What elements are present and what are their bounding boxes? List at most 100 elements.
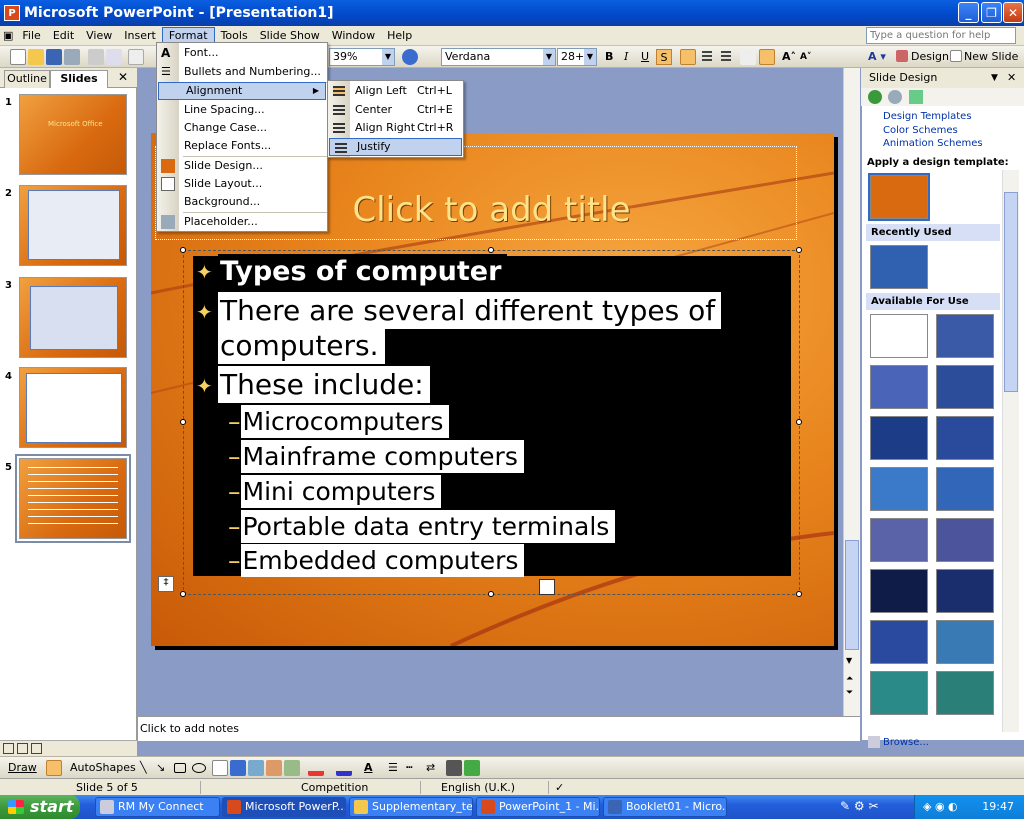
restore-button[interactable]: ❐	[981, 2, 1002, 23]
sub-bullet-item[interactable]: –Embedded computers	[228, 544, 525, 577]
clipart-icon[interactable]	[266, 760, 282, 776]
menu-help[interactable]: Help	[381, 27, 418, 45]
decrease-font-icon[interactable]: A˅	[800, 49, 811, 65]
slide-show-icon[interactable]	[31, 743, 42, 754]
save-icon[interactable]	[46, 49, 62, 65]
font-combo[interactable]: Verdana ▼	[441, 48, 556, 66]
shadow-button[interactable]: S	[656, 49, 672, 65]
underline-button[interactable]: U	[641, 49, 649, 65]
center-icon[interactable]	[699, 49, 715, 65]
textbox-icon[interactable]	[212, 760, 228, 776]
dash-style-icon[interactable]: ┅	[406, 760, 413, 776]
autofit-options-icon[interactable]	[539, 579, 555, 595]
permission-icon[interactable]	[64, 49, 80, 65]
print-icon[interactable]	[88, 49, 104, 65]
color-schemes-link[interactable]: Color Schemes	[883, 125, 958, 136]
scroll-thumb[interactable]	[1004, 192, 1018, 392]
animation-schemes-link[interactable]: Animation Schemes	[883, 138, 983, 149]
slide-thumbnail-1[interactable]: Microsoft Office	[19, 94, 127, 175]
autoshapes-button[interactable]: AutoShapes	[70, 760, 136, 776]
resize-handle[interactable]	[796, 247, 802, 253]
normal-view-icon[interactable]	[3, 743, 14, 754]
bullet-item[interactable]: ✦ There are several different types of	[196, 292, 722, 329]
taskbar-item[interactable]: Microsoft PowerP...	[222, 797, 346, 817]
rectangle-icon[interactable]	[174, 763, 186, 773]
template-thumbnail[interactable]	[936, 518, 994, 562]
menu-item-bullets[interactable]: ☰ Bullets and Numbering...	[157, 63, 327, 81]
font-color-icon[interactable]: A ▾	[868, 49, 886, 65]
shadow-style-icon[interactable]	[446, 760, 462, 776]
tab-outline[interactable]: Outline	[4, 70, 50, 88]
menu-item-change-case[interactable]: Change Case...	[157, 119, 327, 137]
design-button[interactable]: Design	[911, 49, 949, 65]
close-window-button[interactable]: ✕	[1003, 2, 1023, 23]
close-pane-icon[interactable]: ✕	[118, 70, 128, 84]
template-thumbnail[interactable]	[936, 671, 994, 715]
print-preview-icon[interactable]	[106, 49, 122, 65]
close-pane-icon[interactable]: ✕	[1007, 68, 1016, 88]
zoom-combo[interactable]: 39% ▼	[329, 48, 395, 66]
browse-link[interactable]: Browse...	[883, 737, 929, 748]
menu-item-line-spacing[interactable]: Line Spacing...	[157, 101, 327, 119]
picture-icon[interactable]	[284, 760, 300, 776]
menu-item-background[interactable]: Background...	[157, 193, 327, 211]
oval-icon[interactable]	[192, 763, 206, 773]
numbering-icon[interactable]	[740, 49, 756, 65]
menu-item-align-left[interactable]: Align Left Ctrl+L	[328, 82, 463, 100]
template-thumbnail[interactable]	[870, 620, 928, 664]
next-slide-icon[interactable]: ⏷	[846, 688, 853, 698]
menu-view[interactable]: View	[80, 27, 118, 45]
menu-item-placeholder[interactable]: Placeholder...	[157, 213, 327, 231]
slide-vertical-scrollbar[interactable]: ▼ ⏶ ⏷	[843, 68, 860, 716]
template-thumbnail[interactable]	[936, 416, 994, 460]
scroll-thumb[interactable]	[845, 540, 859, 650]
task-pane-scrollbar[interactable]	[1002, 170, 1019, 732]
template-thumbnail[interactable]	[870, 245, 928, 289]
select-objects-icon[interactable]	[46, 760, 62, 776]
taskbar-item[interactable]: RM My Connect	[95, 797, 220, 817]
sub-bullet-item[interactable]: –Microcomputers	[228, 405, 450, 438]
design-templates-link[interactable]: Design Templates	[883, 111, 972, 122]
bullet-item[interactable]: ✦ These include:	[196, 366, 430, 403]
wordart-icon[interactable]	[230, 760, 246, 776]
bold-button[interactable]: B	[605, 49, 613, 65]
menu-item-slide-layout[interactable]: Slide Layout...	[157, 175, 327, 193]
italic-button[interactable]: I	[624, 49, 628, 65]
resize-handle[interactable]	[180, 247, 186, 253]
powerpoint-app-icon[interactable]: P	[4, 5, 20, 21]
resize-handle[interactable]	[488, 591, 494, 597]
slide-thumbnail-5[interactable]	[15, 454, 131, 543]
menu-item-slide-design[interactable]: Slide Design...	[157, 157, 327, 175]
menu-item-justify[interactable]: Justify	[329, 138, 462, 156]
menu-item-center[interactable]: Center Ctrl+E	[328, 101, 463, 119]
line-color-icon[interactable]	[336, 760, 352, 776]
menu-window[interactable]: Window	[326, 27, 381, 45]
menu-file[interactable]: File	[16, 27, 46, 45]
fill-color-icon[interactable]	[308, 760, 324, 776]
forward-icon[interactable]	[888, 90, 902, 104]
resize-handle[interactable]	[796, 591, 802, 597]
start-button[interactable]: start	[0, 795, 80, 819]
line-style-icon[interactable]: ☰	[388, 760, 398, 776]
bullet-item[interactable]: ✦ Types of computer	[196, 254, 508, 289]
template-thumbnail[interactable]	[870, 416, 928, 460]
menu-edit[interactable]: Edit	[47, 27, 80, 45]
sub-bullet-item[interactable]: –Mainframe computers	[228, 440, 524, 473]
help-icon[interactable]	[402, 49, 418, 65]
taskbar-item[interactable]: PowerPoint_1 - Mi...	[476, 797, 600, 817]
arrow-icon[interactable]: ↘	[156, 760, 165, 776]
layout-options-icon[interactable]: ‡	[158, 576, 174, 592]
previous-slide-icon[interactable]: ⏶	[846, 674, 853, 684]
resize-handle[interactable]	[796, 419, 802, 425]
resize-handle[interactable]	[180, 419, 186, 425]
template-thumbnail[interactable]	[870, 365, 928, 409]
template-thumbnail[interactable]	[870, 569, 928, 613]
open-icon[interactable]	[28, 49, 44, 65]
font-color-draw-icon[interactable]: A	[364, 760, 373, 776]
menu-item-align-right[interactable]: Align Right Ctrl+R	[328, 119, 463, 137]
line-icon[interactable]: ╲	[140, 760, 147, 776]
draw-menu-button[interactable]: Draw	[8, 760, 37, 776]
taskbar-item[interactable]: Booklet01 - Micro...	[603, 797, 727, 817]
menu-item-alignment[interactable]: Alignment ▶	[158, 82, 326, 100]
spelling-icon[interactable]	[128, 49, 144, 65]
